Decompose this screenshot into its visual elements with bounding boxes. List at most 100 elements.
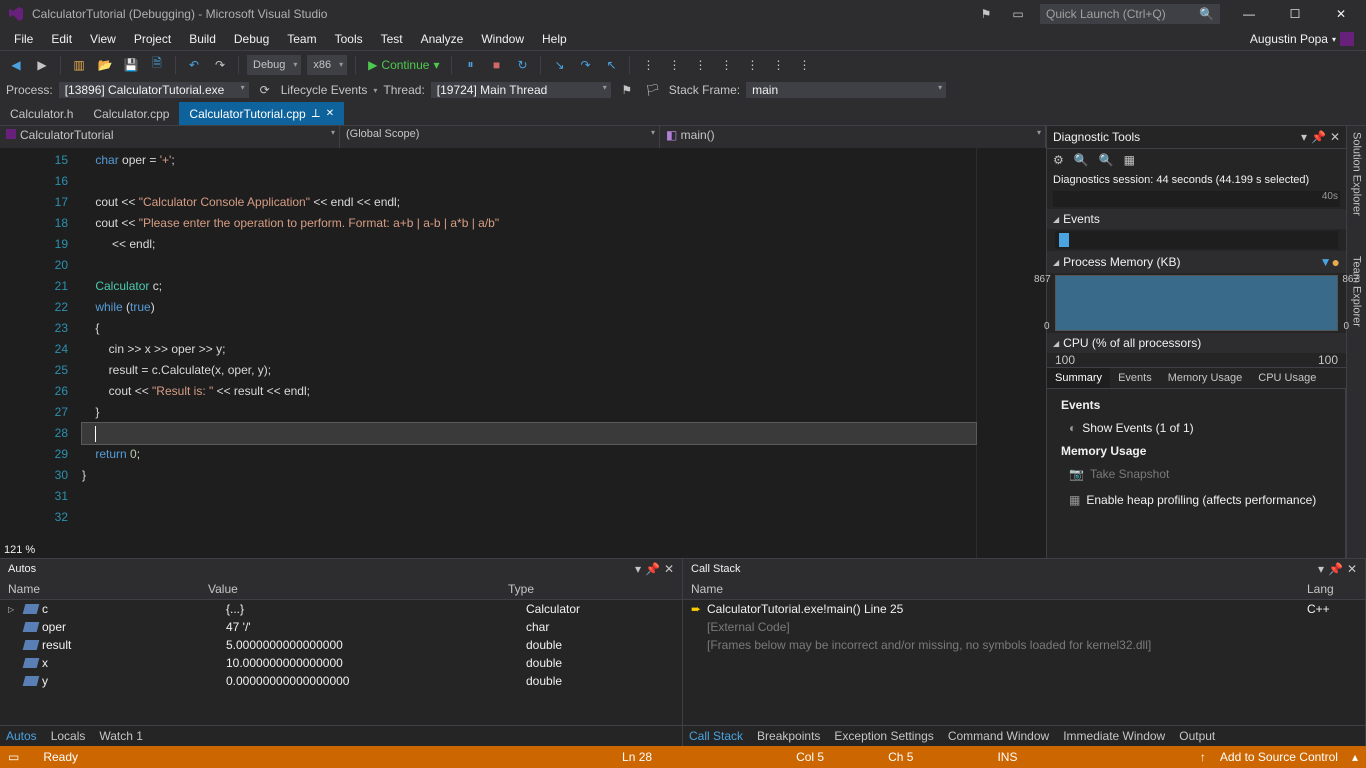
gear-icon[interactable]: ⚙ [1053,153,1064,167]
cs-col-name[interactable]: Name [691,582,1307,596]
misc6-icon[interactable]: ⋮ [768,55,788,75]
zoom-combo[interactable]: 121 % [4,544,35,556]
show-events-link[interactable]: ◐Show Events (1 of 1) [1055,415,1337,441]
cpu-section[interactable]: ◢CPU (% of all processors) [1047,333,1346,353]
close-button[interactable]: ✕ [1324,2,1358,26]
bottom-tab[interactable]: Locals [51,729,86,743]
file-tab[interactable]: Calculator.h [0,103,83,125]
user-menu[interactable]: Augustin Popa ▾ [1244,30,1360,48]
take-snapshot-link[interactable]: 📷Take Snapshot [1055,461,1337,487]
pin-icon[interactable]: ⟂ [312,106,320,121]
misc1-icon[interactable]: ⋮ [638,55,658,75]
misc4-icon[interactable]: ⋮ [716,55,736,75]
lifecycle-icon[interactable]: ⟳ [255,80,275,100]
filter-icon[interactable]: ⚑ [617,80,637,100]
heap-profiling-link[interactable]: ▦Enable heap profiling (affects performa… [1055,487,1337,513]
menu-build[interactable]: Build [181,30,224,48]
step-into-icon[interactable]: ↘ [549,55,569,75]
menu-debug[interactable]: Debug [226,30,277,48]
misc2-icon[interactable]: ⋮ [664,55,684,75]
callstack-row[interactable]: [External Code] [683,618,1365,636]
minimize-button[interactable]: — [1232,2,1266,26]
bottom-tab[interactable]: Immediate Window [1063,729,1165,743]
bottom-tab[interactable]: Output [1179,729,1215,743]
continue-button[interactable]: ▶Continue ▾ [364,58,443,72]
bottom-tab[interactable]: Exception Settings [834,729,933,743]
bottom-tab[interactable]: Breakpoints [757,729,820,743]
autos-row[interactable]: oper47 '/'char [0,618,682,636]
close-icon[interactable]: ✕ [1347,562,1357,576]
file-tab[interactable]: CalculatorTutorial.cpp ⟂ ✕ [179,102,344,125]
autos-row[interactable]: y0.00000000000000000double [0,672,682,690]
menu-team[interactable]: Team [279,30,324,48]
menu-test[interactable]: Test [373,30,411,48]
close-tab-icon[interactable]: ✕ [326,108,334,119]
bottom-tab[interactable]: Call Stack [689,729,743,743]
notify-icon[interactable]: ▭ [1008,4,1028,24]
misc5-icon[interactable]: ⋮ [742,55,762,75]
pin-icon[interactable]: 📌 [1311,130,1326,144]
config-combo[interactable]: Debug [247,55,301,75]
new-project-icon[interactable]: ▥ [69,55,89,75]
break-all-icon[interactable]: ⏸ [460,55,480,75]
menu-file[interactable]: File [6,30,41,48]
autos-row[interactable]: result5.0000000000000000double [0,636,682,654]
zoom-in-icon[interactable]: 🔍 [1074,153,1089,167]
diag-tab-events[interactable]: Events [1110,368,1160,388]
step-out-icon[interactable]: ↖ [601,55,621,75]
step-over-icon[interactable]: ↷ [575,55,595,75]
memory-section[interactable]: ◢Process Memory (KB)▼ ● [1047,251,1346,273]
nav-fwd-icon[interactable]: ▶ [32,55,52,75]
nav-project[interactable]: CalculatorTutorial [0,126,340,148]
bottom-tab[interactable]: Command Window [948,729,1049,743]
dropdown-icon[interactable]: ▾ [1301,130,1307,144]
menu-help[interactable]: Help [534,30,575,48]
autos-row[interactable]: x10.000000000000000double [0,654,682,672]
diag-tab-summary[interactable]: Summary [1047,368,1110,388]
thread-combo[interactable]: [19724] Main Thread [431,82,611,98]
menu-window[interactable]: Window [473,30,532,48]
menu-edit[interactable]: Edit [43,30,80,48]
autos-row[interactable]: ▷c{...}Calculator [0,600,682,618]
mem-pause-icon[interactable]: ▼ [1320,255,1332,269]
reset-icon[interactable]: ▦ [1124,153,1135,167]
misc3-icon[interactable]: ⋮ [690,55,710,75]
status-scc[interactable]: Add to Source Control [1220,750,1338,764]
quick-launch-input[interactable]: Quick Launch (Ctrl+Q)🔍 [1040,4,1220,24]
bottom-tab[interactable]: Watch 1 [99,729,143,743]
restart-icon[interactable]: ↻ [512,55,532,75]
nav-scope[interactable]: (Global Scope) [340,126,660,148]
autos-col-type[interactable]: Type [508,582,674,596]
diag-tab-memory-usage[interactable]: Memory Usage [1160,368,1251,388]
file-tab[interactable]: Calculator.cpp [83,103,179,125]
stackframe-combo[interactable]: main [746,82,946,98]
zoom-out-icon[interactable]: 🔍 [1099,153,1114,167]
maximize-button[interactable]: ☐ [1278,2,1312,26]
pin-icon[interactable]: 📌 [1328,562,1343,576]
bottom-tab[interactable]: Autos [6,729,37,743]
redo-icon[interactable]: ↷ [210,55,230,75]
flag-threads-icon[interactable]: 🏳 [643,80,663,100]
autos-col-name[interactable]: Name [8,582,208,596]
cs-col-lang[interactable]: Lang [1307,582,1357,596]
menu-view[interactable]: View [82,30,124,48]
team-explorer-tab[interactable]: Team Explorer [1351,256,1363,327]
diag-tab-cpu-usage[interactable]: CPU Usage [1250,368,1324,388]
mem-snapshot-icon[interactable]: ● [1332,254,1340,270]
save-all-icon[interactable]: 🗎 [147,55,167,75]
code-area[interactable]: char oper = '+'; cout << "Calculator Con… [78,148,976,558]
platform-combo[interactable]: x86 [307,55,347,75]
publish-icon[interactable]: ↑ [1200,750,1206,764]
lifecycle-label[interactable]: Lifecycle Events [281,83,368,97]
nav-member[interactable]: ◧ main() [660,126,1046,148]
menu-project[interactable]: Project [126,30,179,48]
pin-icon[interactable]: 📌 [645,562,660,576]
save-icon[interactable]: 💾 [121,55,141,75]
autos-col-value[interactable]: Value [208,582,508,596]
solution-explorer-tab[interactable]: Solution Explorer [1351,132,1363,216]
stop-icon[interactable]: ■ [486,55,506,75]
flag-icon[interactable]: ⚑ [976,4,996,24]
close-icon[interactable]: ✕ [664,562,674,576]
callstack-row[interactable]: [Frames below may be incorrect and/or mi… [683,636,1365,654]
dropdown-icon[interactable]: ▾ [635,562,641,576]
